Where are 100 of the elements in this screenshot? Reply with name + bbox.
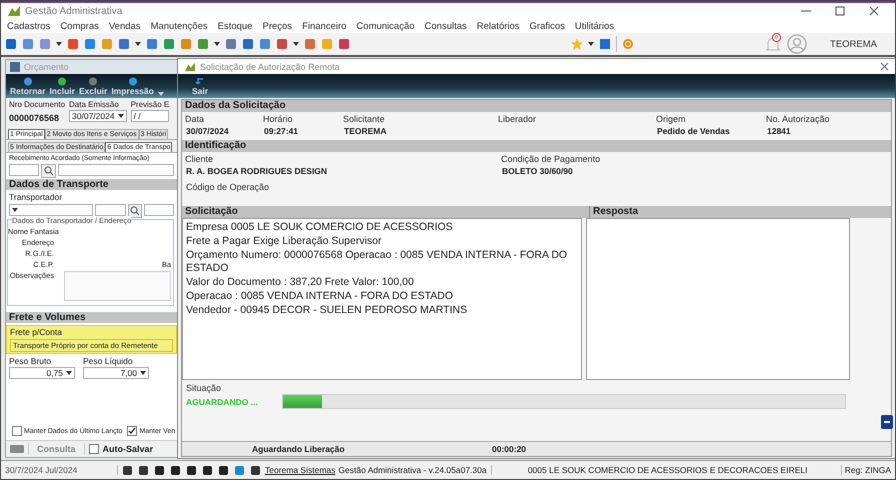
social-icon[interactable]: [138, 464, 149, 476]
toolbar-icon[interactable]: [338, 38, 350, 50]
field-value: Pedido de Vendas: [656, 126, 731, 136]
field-label: Solicitante: [343, 114, 386, 124]
menu-item[interactable]: Utilitários: [574, 20, 614, 32]
toolbar-button[interactable]: Excluir: [78, 77, 108, 96]
close-icon[interactable]: [880, 62, 889, 71]
toolbar-icon[interactable]: [5, 38, 17, 50]
menu-item[interactable]: Vendas: [108, 20, 141, 32]
remote-support-icon[interactable]: [881, 415, 893, 429]
toolbar-button[interactable]: Impressão: [111, 77, 154, 96]
social-icon[interactable]: [202, 464, 213, 476]
dropdown-caret-icon[interactable]: [214, 42, 220, 46]
exit-icon: [195, 77, 206, 86]
section-header: Dados de Transporte: [6, 179, 177, 190]
toolbar-icon[interactable]: [146, 38, 158, 50]
request-line: Orçamento Numero: 0000076568 Operacao : 0085 VENDA INTERNA - FORA DO ESTADO: [186, 248, 568, 276]
checkbox[interactable]: [127, 426, 138, 436]
section-header: Identificação: [182, 140, 891, 152]
name-field[interactable]: [144, 204, 174, 216]
weight-field[interactable]: 7,00: [83, 367, 149, 379]
toolbar-icon[interactable]: [259, 38, 271, 50]
menu-item[interactable]: Relatórios: [476, 20, 520, 32]
request-line: Valor do Documento : 387,20 Frete Valor: 100,00: [186, 276, 415, 290]
close-icon[interactable]: [869, 6, 879, 16]
date-field[interactable]: 30/07/2024: [69, 110, 127, 122]
date-field[interactable]: / /: [130, 110, 170, 122]
field-label: Código de Operação: [185, 181, 270, 194]
code-field[interactable]: [94, 204, 126, 216]
action-icon: [128, 77, 138, 86]
weight-field[interactable]: 0,75: [9, 367, 75, 379]
power-icon[interactable]: [622, 38, 634, 50]
menu-item[interactable]: Financeiro: [302, 20, 346, 32]
menu-item[interactable]: Preços: [262, 20, 292, 32]
menu-item[interactable]: Cadastros: [7, 20, 50, 32]
menu-item[interactable]: Compras: [60, 20, 99, 32]
checkbox[interactable]: [12, 426, 22, 436]
carrier-dropdown[interactable]: [9, 204, 93, 216]
window-icon: [10, 62, 20, 72]
request-line: Empresa 0005 LE SOUK COMERCIO DE ACESSORIOS: [186, 221, 454, 235]
menu-item[interactable]: Estoque: [218, 20, 252, 32]
field-value: R. A. BOGEA RODRIGUES DESIGN: [185, 166, 328, 176]
toolbar-icon[interactable]: [180, 38, 192, 50]
social-icon[interactable]: [186, 464, 197, 476]
toolbar-icon[interactable]: [242, 38, 254, 50]
toolbar-icon[interactable]: [84, 38, 96, 50]
elapsed-time: 00:00:20: [492, 444, 526, 454]
toolbar-icon[interactable]: [163, 38, 175, 50]
toolbar-icon[interactable]: [225, 38, 237, 50]
action-icon: [88, 77, 98, 86]
checkbox-label: Auto-Salvar: [102, 444, 154, 454]
social-icon[interactable]: [250, 464, 261, 476]
social-icon[interactable]: [154, 464, 165, 476]
menu-item[interactable]: Graficos: [530, 20, 565, 32]
dropdown-caret-icon[interactable]: [293, 42, 299, 46]
checkbox[interactable]: [88, 444, 99, 454]
menu-item[interactable]: Comunicação: [356, 20, 415, 32]
user-name: TEOREMA: [830, 38, 877, 50]
field-label: Frete p/Conta: [10, 327, 63, 337]
menu-item[interactable]: Consultas: [424, 20, 467, 32]
toolbar-icon[interactable]: [39, 38, 51, 50]
company-link[interactable]: Teorema Sistemas: [265, 465, 336, 475]
window-title: Gestão Administrativa: [25, 6, 122, 16]
notes-field[interactable]: [64, 271, 171, 301]
dropdown-caret-icon[interactable]: [135, 42, 141, 46]
toolbar-icon[interactable]: [22, 38, 34, 50]
section-header: Frete e Volumes: [6, 312, 177, 323]
toolbar-icon[interactable]: [67, 38, 79, 50]
toolbar-button[interactable]: Retornar: [10, 77, 46, 96]
social-icon[interactable]: [122, 464, 133, 476]
field-label: Peso Bruto: [9, 356, 52, 366]
field-label: Liberador: [498, 114, 538, 124]
toolbar-icon[interactable]: [118, 38, 130, 50]
field-value: BOLETO 30/60/90: [501, 166, 574, 176]
field-label: Situação: [185, 382, 222, 394]
app-logo-icon: [7, 5, 21, 17]
field-label: Data Emissão: [69, 100, 120, 109]
code-field[interactable]: [9, 164, 39, 176]
exit-button[interactable]: Sair: [192, 77, 208, 96]
status-date: 30/7/2024 Jul/2024: [5, 465, 118, 475]
registration-text: Reg: ZINGA: [844, 465, 891, 475]
social-icon[interactable]: [170, 464, 181, 476]
field-label: No. Autorização: [766, 114, 831, 124]
status-text: AGUARDANDO ...: [186, 396, 259, 406]
toolbar-icon[interactable]: [197, 38, 209, 50]
dropdown-caret-icon[interactable]: [56, 42, 62, 46]
bell-icon[interactable]: [764, 35, 782, 53]
section-header: Resposta: [590, 206, 891, 218]
field-value: 12841: [766, 126, 792, 136]
name-field[interactable]: [58, 164, 174, 176]
toolbar-button[interactable]: Incluir: [49, 77, 75, 96]
search-button[interactable]: [128, 204, 142, 218]
toolbar-icon[interactable]: [304, 38, 316, 50]
toolbar-icon[interactable]: [276, 38, 288, 50]
menu-item[interactable]: Manutenções: [150, 20, 208, 32]
dropdown-caret-icon[interactable]: [588, 42, 594, 46]
social-icon[interactable]: [218, 464, 229, 476]
search-button[interactable]: [41, 164, 56, 178]
maximize-icon[interactable]: [835, 6, 845, 16]
star-icon[interactable]: [571, 38, 584, 50]
